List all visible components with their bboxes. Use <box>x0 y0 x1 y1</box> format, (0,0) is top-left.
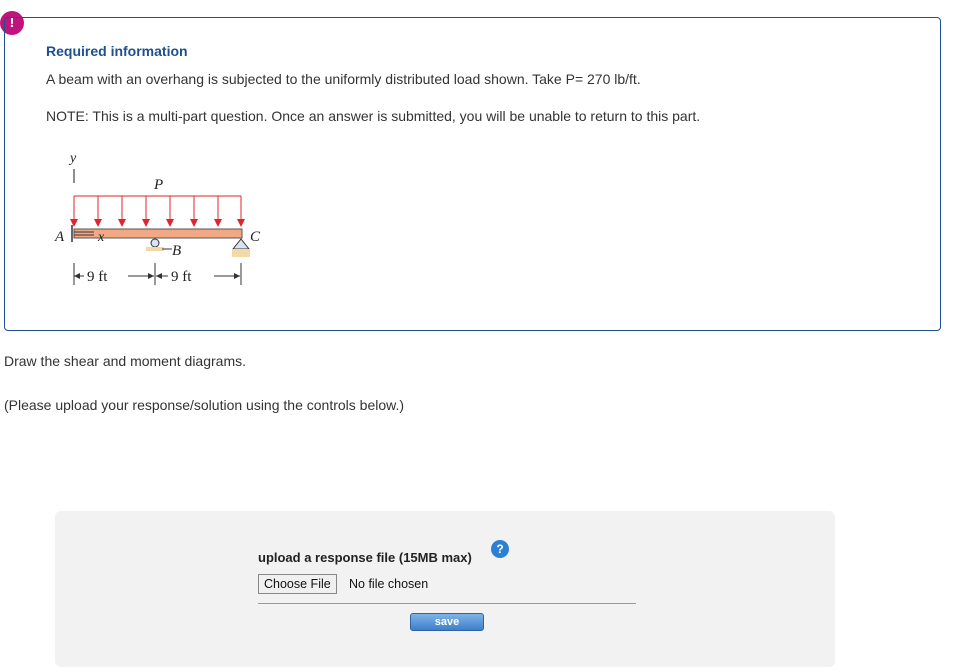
required-title: Required information <box>46 43 188 59</box>
roller-support-b <box>150 238 160 248</box>
divider <box>258 603 636 604</box>
choose-file-button[interactable]: Choose File <box>258 574 337 594</box>
x-axis-label: x <box>97 230 105 245</box>
save-button[interactable]: save <box>410 613 484 631</box>
help-icon[interactable]: ? <box>491 540 509 558</box>
upload-panel <box>55 511 835 667</box>
multipart-note: NOTE: This is a multi-part question. Onc… <box>46 108 701 124</box>
instruction-text: Draw the shear and moment diagrams. <box>4 353 246 369</box>
point-a-label: A <box>54 229 65 245</box>
dimension-ab: 9 ft <box>87 269 108 285</box>
load-label: P <box>153 177 163 193</box>
point-c-label: C <box>250 229 261 245</box>
point-b-label: B <box>172 243 181 259</box>
y-axis-label: y <box>68 151 77 166</box>
dimension-bc: 9 ft <box>171 269 192 285</box>
upload-instruction-text: (Please upload your response/solution us… <box>4 397 405 413</box>
pin-support-c <box>231 238 251 250</box>
beam-figure: y P A x B C 9 ft 9 ft <box>54 151 261 285</box>
upload-label: upload a response file (15MB max) <box>258 550 472 565</box>
file-status: No file chosen <box>349 577 429 591</box>
distributed-load <box>73 195 242 223</box>
problem-description: A beam with an overhang is subjected to … <box>46 71 641 87</box>
